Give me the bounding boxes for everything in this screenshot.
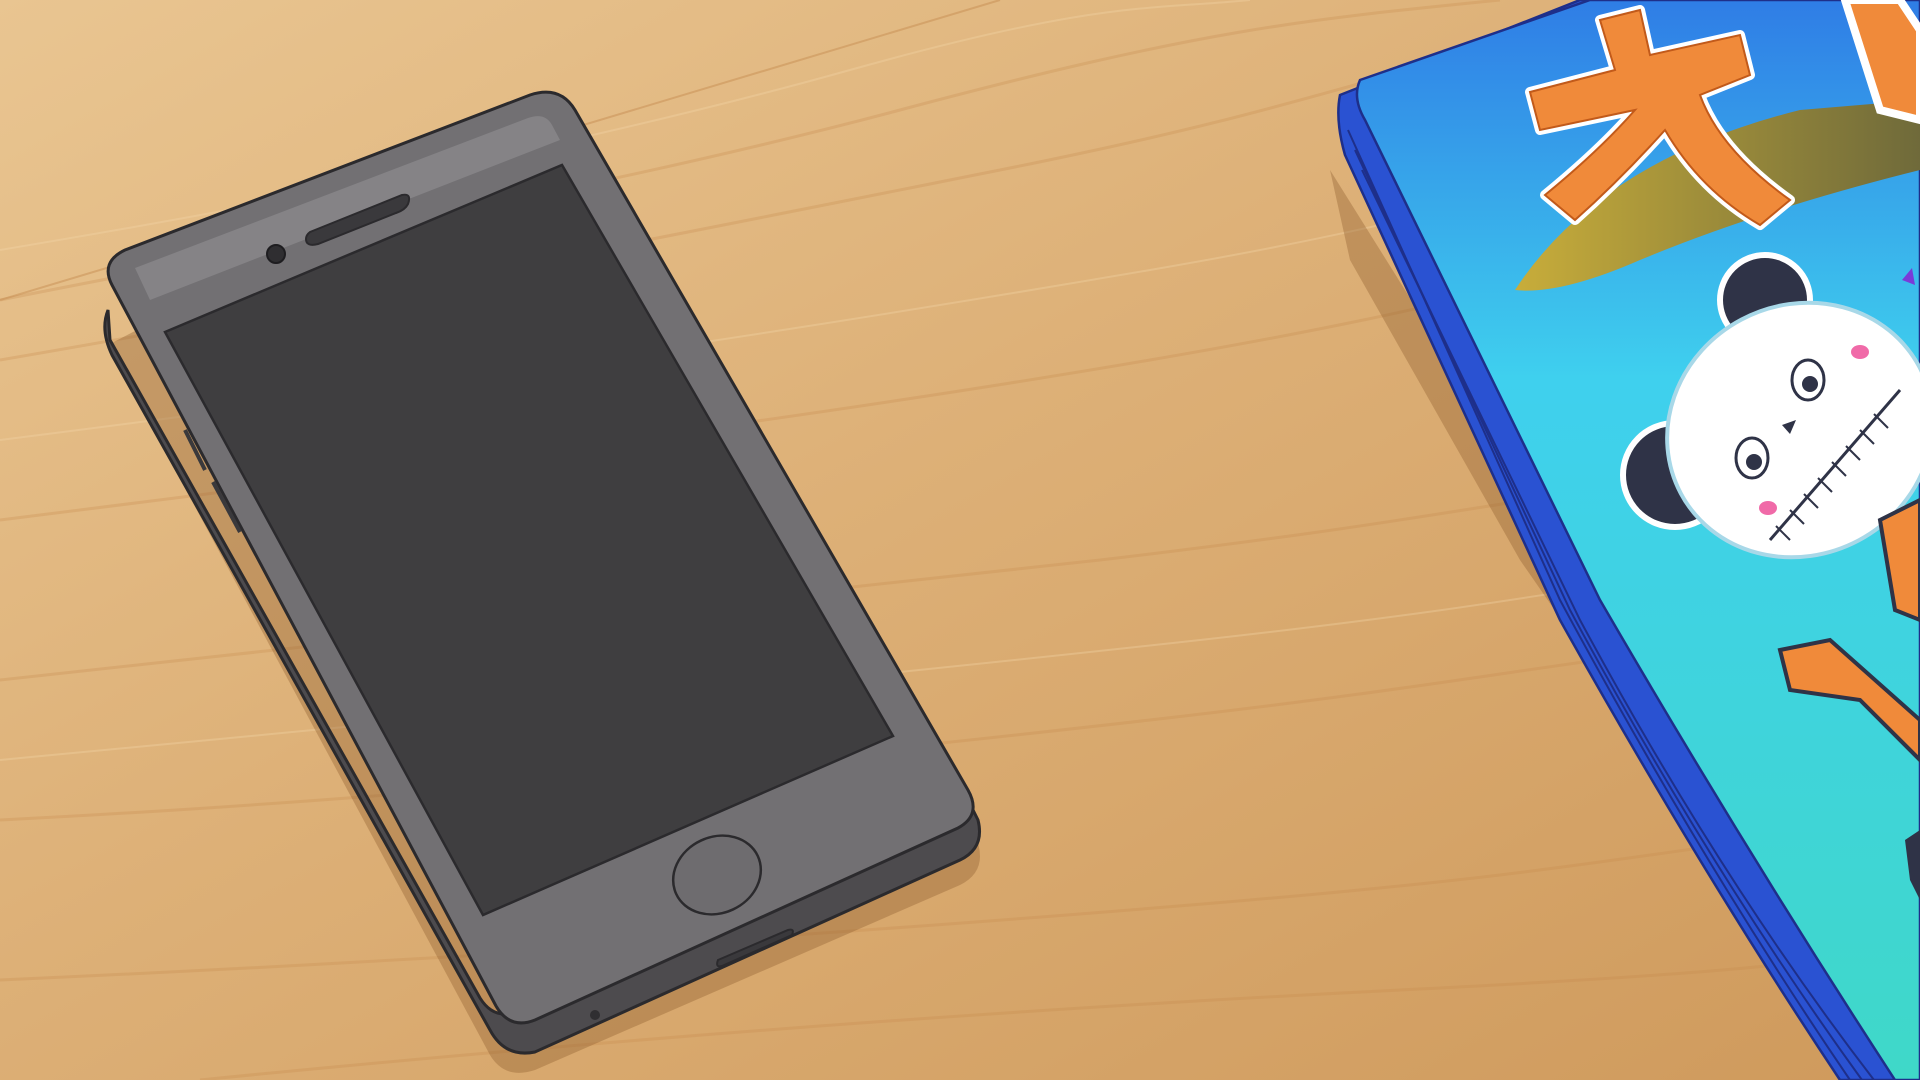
scene-canvas [0, 0, 1920, 1080]
microphone-hole [590, 1010, 600, 1020]
panda-cheek-right [1851, 345, 1869, 359]
panda-pupil-right [1802, 376, 1818, 392]
panda-cheek-left [1759, 501, 1777, 515]
panda-pupil-left [1746, 454, 1762, 470]
front-camera [266, 244, 286, 264]
